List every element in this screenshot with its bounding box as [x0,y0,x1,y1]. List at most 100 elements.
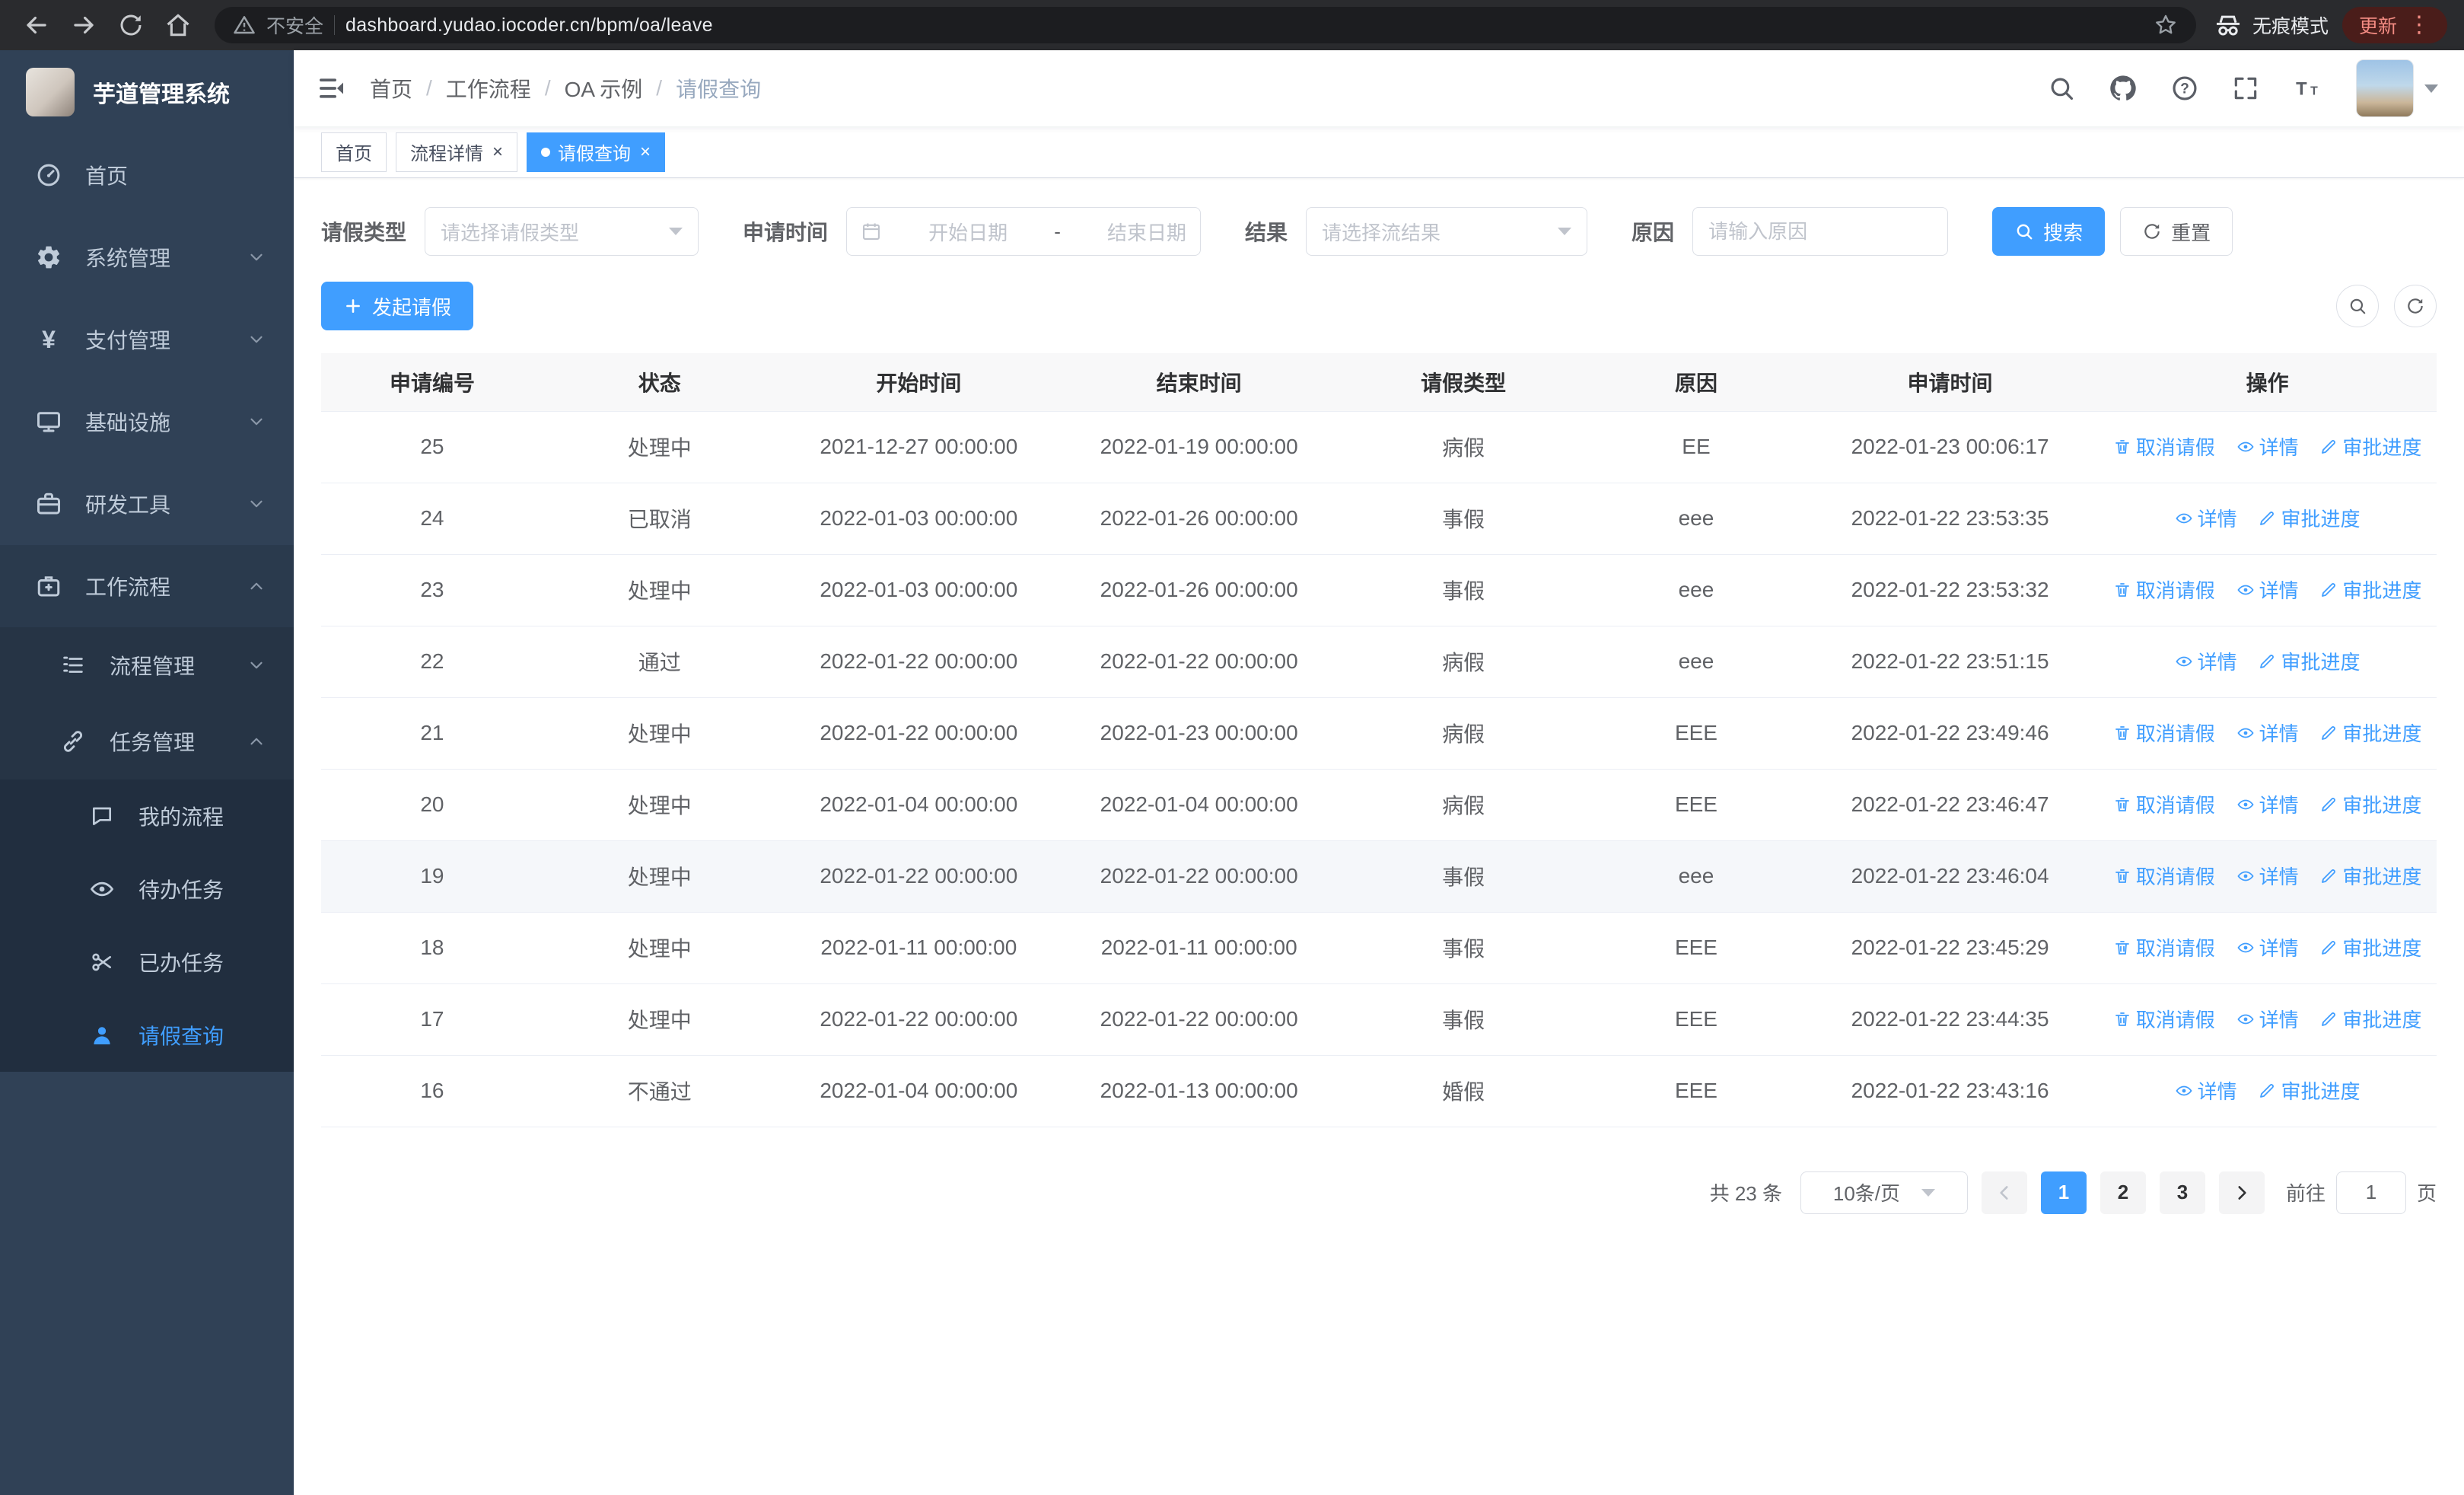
next-page-button[interactable] [2218,1171,2265,1214]
detail-label: 详情 [2259,722,2299,746]
search-icon[interactable] [2047,74,2076,103]
cancel-leave-link[interactable]: 取消请假 [2113,790,2215,818]
bookmark-star-icon[interactable] [2154,13,2178,37]
forward-icon[interactable] [64,5,103,45]
breadcrumb-item[interactable]: OA 示例 [565,73,643,104]
page-button-1[interactable]: 1 [2040,1171,2087,1214]
search-button[interactable]: 搜索 [1992,207,2106,256]
result-select[interactable]: 请选择流结果 [1306,207,1588,256]
detail-link[interactable]: 详情 [2175,647,2237,675]
browser-menu-icon[interactable]: ⋮ [2408,14,2431,37]
leave-type-select[interactable]: 请选择请假类型 [425,207,699,256]
hamburger-icon[interactable] [294,50,370,126]
incognito-badge: 无痕模式 [2213,10,2329,40]
sidebar-item-todo-tasks[interactable]: 待办任务 [0,853,294,926]
sidebar-item-workflow[interactable]: 工作流程 [0,545,294,627]
chevron-down-icon [669,228,683,235]
sidebar-item-payment[interactable]: ¥ 支付管理 [0,298,294,381]
reason-field[interactable] [1708,219,1933,244]
fullscreen-icon[interactable] [2231,74,2260,103]
detail-link[interactable]: 详情 [2236,432,2299,461]
github-icon[interactable] [2108,73,2138,104]
table-row[interactable]: 20 处理中 2022-01-04 00:00:00 2022-01-04 00… [321,769,2437,841]
table-row[interactable]: 21 处理中 2022-01-22 00:00:00 2022-01-23 00… [321,697,2437,770]
approval-progress-link[interactable]: 审批进度 [2319,790,2421,818]
sidebar-item-system[interactable]: 系统管理 [0,216,294,298]
home-icon[interactable] [158,5,198,45]
cell-end-time: 2022-01-22 00:00:00 [1061,983,1337,1056]
approval-progress-link[interactable]: 审批进度 [2319,719,2421,747]
reset-button[interactable]: 重置 [2120,207,2233,256]
tab-process-detail[interactable]: 流程详情 × [396,132,518,172]
approval-progress-link[interactable]: 审批进度 [2319,1005,2421,1033]
sidebar-item-infra[interactable]: 基础设施 [0,381,294,463]
close-icon[interactable]: × [492,142,503,161]
sidebar-item-home[interactable]: 首页 [0,134,294,216]
toggle-search-icon[interactable] [2336,285,2379,327]
approval-progress-link[interactable]: 审批进度 [2319,575,2421,604]
create-leave-button[interactable]: 发起请假 [321,282,474,330]
sidebar-menu: 首页 系统管理 ¥ 支付管理 基础设施 研发工具 工作流程 流程管理 任务管理 … [0,134,294,1072]
breadcrumb-item[interactable]: 工作流程 [446,73,531,104]
table-row[interactable]: 16 不通过 2022-01-04 00:00:00 2022-01-13 00… [321,1055,2437,1127]
cancel-leave-link[interactable]: 取消请假 [2113,1005,2215,1033]
detail-link[interactable]: 详情 [2236,719,2299,747]
cancel-leave-link[interactable]: 取消请假 [2113,933,2215,961]
logo[interactable]: 芋道管理系统 [0,50,294,134]
font-size-icon[interactable]: TT [2292,74,2324,103]
approval-progress-link[interactable]: 审批进度 [2319,432,2421,461]
sidebar-item-leave-query[interactable]: 请假查询 [0,999,294,1072]
cancel-leave-link[interactable]: 取消请假 [2113,575,2215,604]
sidebar-item-done-tasks[interactable]: 已办任务 [0,926,294,999]
table-row[interactable]: 22 通过 2022-01-22 00:00:00 2022-01-22 00:… [321,626,2437,698]
update-button[interactable]: 更新 ⋮ [2341,7,2447,43]
close-icon[interactable]: × [640,142,651,161]
tab-leave-query[interactable]: 请假查询 × [527,132,666,172]
approval-progress-link[interactable]: 审批进度 [2258,1076,2360,1105]
page-size-select[interactable]: 10条/页 [1800,1171,1968,1214]
table-row[interactable]: 17 处理中 2022-01-22 00:00:00 2022-01-22 00… [321,983,2437,1056]
tab-home[interactable]: 首页 [321,132,387,172]
detail-link[interactable]: 详情 [2175,504,2237,532]
table-row[interactable]: 25 处理中 2021-12-27 00:00:00 2022-01-19 00… [321,411,2437,483]
detail-link[interactable]: 详情 [2236,575,2299,604]
approval-progress-link[interactable]: 审批进度 [2319,933,2421,961]
detail-link[interactable]: 详情 [2236,862,2299,890]
address-bar[interactable]: 不安全 dashboard.yudao.iocoder.cn/bpm/oa/le… [215,7,2196,43]
detail-link[interactable]: 详情 [2175,1076,2237,1105]
cancel-leave-link[interactable]: 取消请假 [2113,719,2215,747]
sidebar-item-process-mgmt[interactable]: 流程管理 [0,627,294,703]
detail-link[interactable]: 详情 [2236,790,2299,818]
page-button-2[interactable]: 2 [2099,1171,2146,1214]
table-row[interactable]: 23 处理中 2022-01-03 00:00:00 2022-01-26 00… [321,554,2437,626]
sidebar-item-task-mgmt[interactable]: 任务管理 [0,703,294,779]
breadcrumb-item[interactable]: 首页 [370,73,412,104]
cancel-leave-link[interactable]: 取消请假 [2113,862,2215,890]
user-menu[interactable] [2356,59,2438,117]
cell-leave-type: 事假 [1336,554,1590,626]
sidebar-item-devtools[interactable]: 研发工具 [0,463,294,545]
cell-reason: EEE [1590,912,1802,984]
avatar[interactable] [2356,59,2414,117]
date-range-picker[interactable]: 开始日期 - 结束日期 [846,207,1202,256]
detail-link[interactable]: 详情 [2236,933,2299,961]
approval-progress-link[interactable]: 审批进度 [2258,647,2360,675]
table-row[interactable]: 24 已取消 2022-01-03 00:00:00 2022-01-26 00… [321,483,2437,555]
refresh-icon[interactable] [2394,285,2437,327]
goto-page-input[interactable] [2335,1171,2406,1214]
approval-progress-link[interactable]: 审批进度 [2258,504,2360,532]
detail-link[interactable]: 详情 [2236,1005,2299,1033]
help-icon[interactable]: ? [2170,74,2199,103]
table-row[interactable]: 19 处理中 2022-01-22 00:00:00 2022-01-22 00… [321,840,2437,913]
sidebar-item-label: 请假查询 [138,1025,224,1048]
cancel-leave-link[interactable]: 取消请假 [2113,432,2215,461]
back-icon[interactable] [17,5,56,45]
pagination-total: 共 23 条 [1709,1182,1782,1205]
approval-progress-link[interactable]: 审批进度 [2319,862,2421,890]
prev-page-button[interactable] [1981,1171,2027,1214]
table-row[interactable]: 18 处理中 2022-01-11 00:00:00 2022-01-11 00… [321,912,2437,984]
sidebar-item-my-process[interactable]: 我的流程 [0,779,294,853]
page-button-3[interactable]: 3 [2159,1171,2205,1214]
cell-operations: 取消请假 详情 审批进度 [2098,983,2437,1056]
reload-icon[interactable] [111,5,151,45]
